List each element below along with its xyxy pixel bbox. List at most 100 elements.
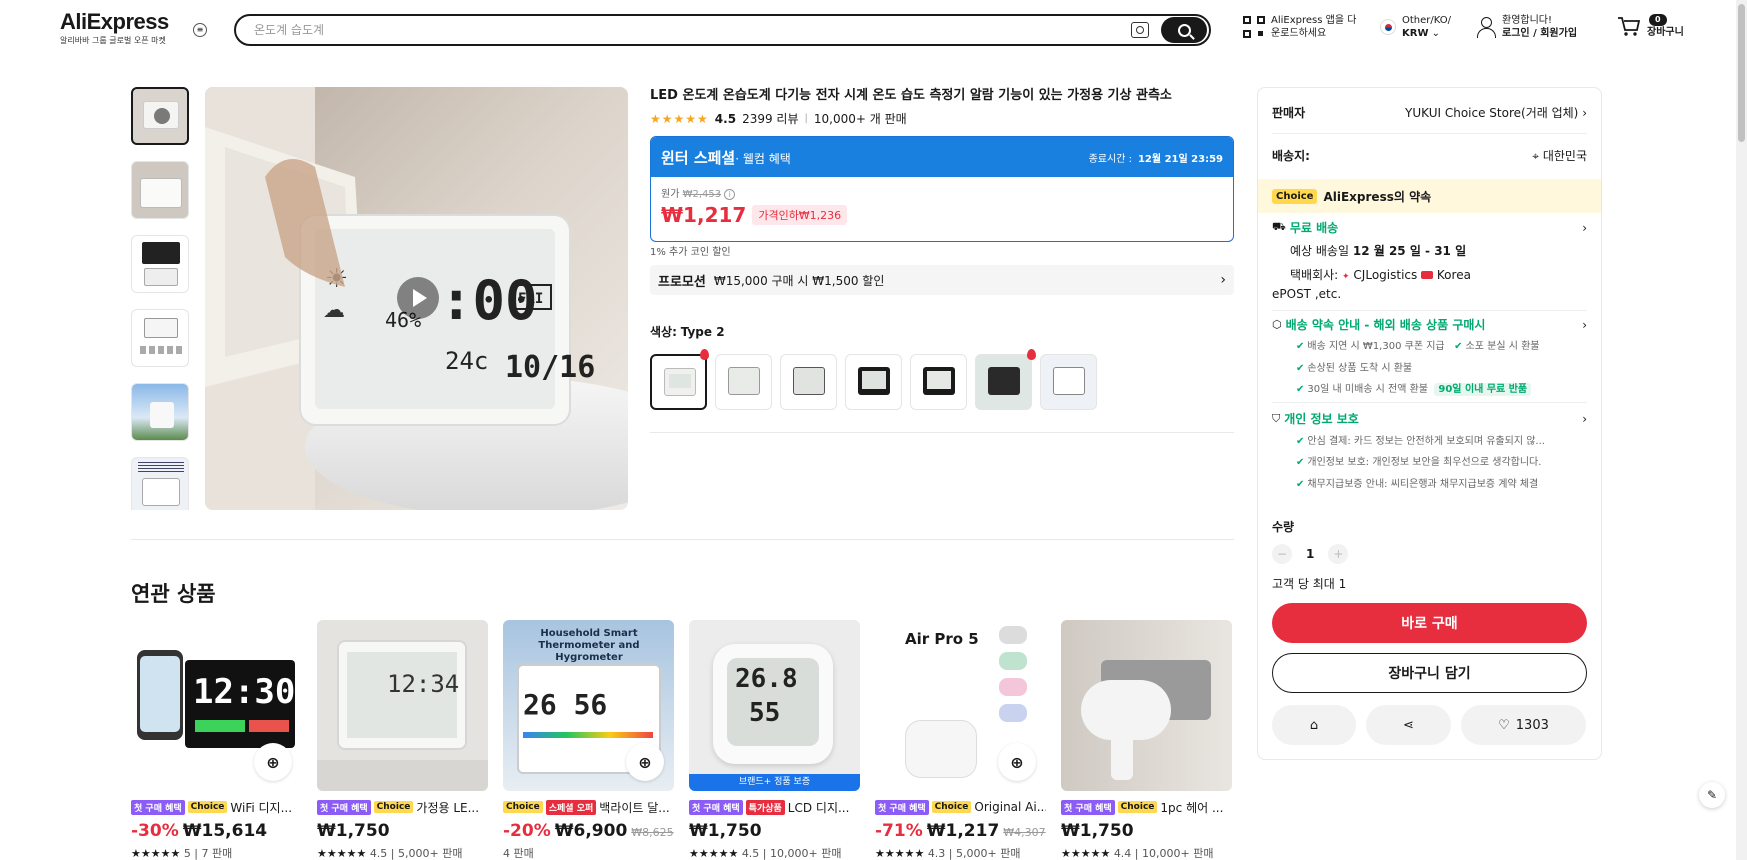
hot-tag-icon: [1027, 349, 1036, 360]
swatch-option[interactable]: [780, 354, 837, 410]
original-price: ₩2,453: [682, 189, 722, 200]
chevron-down-icon: ⌄: [1431, 28, 1441, 39]
region-line1: Other/KO/: [1402, 15, 1452, 26]
color-selector-label: 색상: Type 2: [650, 323, 725, 340]
account-menu[interactable]: 환영합니다! 로그인 / 회원가입: [1476, 14, 1577, 40]
swatch-option[interactable]: [1040, 354, 1097, 410]
play-video-button[interactable]: [397, 277, 439, 319]
scrollbar-thumb[interactable]: [1738, 4, 1745, 142]
swatch-option[interactable]: [910, 354, 967, 410]
swatch-option[interactable]: [650, 354, 707, 410]
chevron-right-icon: ›: [1582, 411, 1587, 426]
product-card[interactable]: 26.8 55 브랜드+ 정품 보증 첫 구매 혜택 특가상품 LCD 디지... …: [689, 620, 860, 860]
add-to-cart-icon[interactable]: ⊕: [254, 743, 292, 781]
thumbnail-image[interactable]: [131, 161, 189, 219]
product-image[interactable]: [1061, 620, 1232, 791]
discount: -30%: [131, 821, 179, 841]
delivery-promise-title: 배송 약속 안내 - 해외 배송 상품 구매시: [1285, 318, 1486, 332]
check-icon: ✔: [1296, 341, 1305, 352]
delivery-promise-row[interactable]: ⬡ 배송 약속 안내 - 해외 배송 상품 구매시 ›: [1272, 316, 1587, 333]
privacy-row[interactable]: ⛉ 개인 정보 보호 ›: [1272, 410, 1587, 427]
ship-to-row[interactable]: 배송지: ⌖ 대한민국: [1272, 147, 1587, 164]
region-selector[interactable]: Other/KO/ KRW ⌄: [1380, 14, 1451, 40]
product-card[interactable]: 첫 구매 혜택 Choice 1pc 헤어 ... ₩1,750 ★★★★★ 4.4…: [1061, 620, 1232, 860]
related-section-title: 연관 상품: [131, 582, 216, 606]
product-image[interactable]: 26.8 55 브랜드+ 정품 보증: [689, 620, 860, 791]
carrier-name: CJLogistics: [1353, 268, 1418, 282]
app-download-line2: 운로드하세요: [1271, 28, 1327, 39]
thumbnail-image[interactable]: [131, 309, 189, 367]
chevron-right-icon: ›: [1582, 317, 1587, 332]
product-image[interactable]: 12:30 ⊕: [131, 620, 302, 791]
buy-now-button[interactable]: 바로 구매: [1272, 603, 1587, 643]
promotion-row[interactable]: 프로모션 ₩15,000 구매 시 ₩1,500 할인 ›: [650, 265, 1234, 295]
image-search-icon[interactable]: [1131, 22, 1149, 38]
search-input[interactable]: [254, 21, 1054, 39]
check-icon: ✔: [1296, 436, 1305, 447]
clock-time-text: 12:30: [193, 672, 296, 712]
currency-label: KRW: [1402, 28, 1429, 39]
location-pin-icon: ⌖: [1532, 149, 1539, 163]
swatch-option[interactable]: [715, 354, 772, 410]
related-product-list: 12:30 ⊕ 첫 구매 혜택 Choice WiFi 디지... -30% ₩15,…: [131, 620, 1232, 860]
add-to-cart-button[interactable]: 장바구니 담기: [1272, 653, 1587, 693]
seller-row[interactable]: 판매자 YUKUI Choice Store(거래 업체) ›: [1272, 104, 1587, 121]
product-card[interactable]: Air Pro 5 ⊕ 첫 구매 혜택 Choice Original Ai... …: [875, 620, 1046, 860]
play-icon: [154, 108, 170, 124]
swatch-option[interactable]: [975, 354, 1032, 410]
thumbnail-image[interactable]: [131, 235, 189, 293]
choice-promise-text: AliExpress의 약속: [1323, 189, 1432, 204]
original-price-label: 원가: [661, 189, 680, 200]
korea-flag-icon: [1380, 19, 1396, 35]
product-card[interactable]: Household Smart Thermometer and Hygromet…: [503, 620, 674, 860]
menu-icon[interactable]: ≡: [193, 23, 207, 37]
info-icon[interactable]: i: [724, 189, 736, 200]
add-to-cart-icon[interactable]: ⊕: [998, 743, 1036, 781]
increase-button[interactable]: +: [1328, 544, 1349, 564]
decrease-button[interactable]: −: [1272, 544, 1292, 564]
privacy-title: 개인 정보 보호: [1284, 412, 1359, 426]
free-shipping-row[interactable]: ⛟ 무료 배송 ›: [1272, 219, 1587, 236]
page-scrollbar[interactable]: [1736, 0, 1747, 860]
promo-subtitle: · 웰컴 혜택: [735, 151, 791, 166]
product-image[interactable]: Household Smart Thermometer and Hygromet…: [503, 620, 674, 791]
swatch-option[interactable]: [845, 354, 902, 410]
thumbnail-image[interactable]: [131, 383, 189, 441]
share-button[interactable]: ⋖: [1366, 705, 1451, 745]
product-card[interactable]: 12:34 첫 구매 혜택 Choice 가정용 LE... ₩1,750 ★★★★…: [317, 620, 488, 860]
welcome-text: 환영합니다!: [1502, 15, 1553, 26]
product-image[interactable]: 12:34: [317, 620, 488, 791]
temperature-text: 26.8: [735, 664, 798, 694]
thumbnail-video[interactable]: [131, 87, 189, 145]
discount: -71%: [875, 821, 923, 841]
rating-row[interactable]: ★★★★★ 4.5 2399 리뷰 | 10,000+ 개 판매: [650, 110, 907, 127]
edit-icon[interactable]: ✎: [1699, 782, 1725, 808]
discount: -20%: [503, 821, 551, 841]
carrier-line-2: ePOST ,etc.: [1272, 287, 1342, 301]
divider: [1272, 310, 1587, 311]
product-card[interactable]: 12:30 ⊕ 첫 구매 혜택 Choice WiFi 디지... -30% ₩15,…: [131, 620, 302, 860]
add-to-cart-icon[interactable]: ⊕: [626, 743, 664, 781]
product-name: 1pc 헤어 ...: [1160, 800, 1224, 815]
product-image[interactable]: Air Pro 5 ⊕: [875, 620, 1046, 791]
store-button[interactable]: ⌂: [1272, 705, 1356, 745]
wishlist-button[interactable]: ♡ 1303: [1461, 705, 1586, 745]
check-icon: ✔: [1296, 384, 1305, 395]
original-price: ₩8,625: [631, 826, 674, 839]
promise-item: ✔ 배송 지연 시 ₩1,300 쿠폰 지급 ✔ 소포 분실 시 환불: [1296, 341, 1540, 352]
seller-name: YUKUI Choice Store(거래 업체): [1405, 106, 1579, 120]
search-button[interactable]: [1161, 17, 1207, 43]
free-return-tag: 90일 이내 무료 반품: [1434, 383, 1532, 396]
privacy-item: ✔ 개인정보 보호: 개인정보 보안을 최우선으로 생각합니다.: [1296, 457, 1542, 468]
thumbnail-image[interactable]: [131, 457, 189, 510]
color-label: 색상:: [650, 325, 677, 339]
hot-tag-icon: [700, 349, 709, 360]
brand-plus-band: 브랜드+ 정품 보증: [689, 774, 860, 791]
aliexpress-logo[interactable]: AliExpress 알리바바 그룹 글로벌 오픈 마켓: [60, 10, 169, 46]
check-icon: ✔: [1296, 363, 1305, 374]
quantity-value[interactable]: 1: [1306, 547, 1314, 561]
seller-label: 판매자: [1272, 106, 1306, 120]
app-download[interactable]: AliExpress 앱을 다 운로드하세요: [1243, 14, 1356, 40]
promo-title: 윈터 스페셜: [661, 148, 736, 167]
choice-promise-banner: Choice AliExpress의 약속: [1258, 179, 1601, 213]
